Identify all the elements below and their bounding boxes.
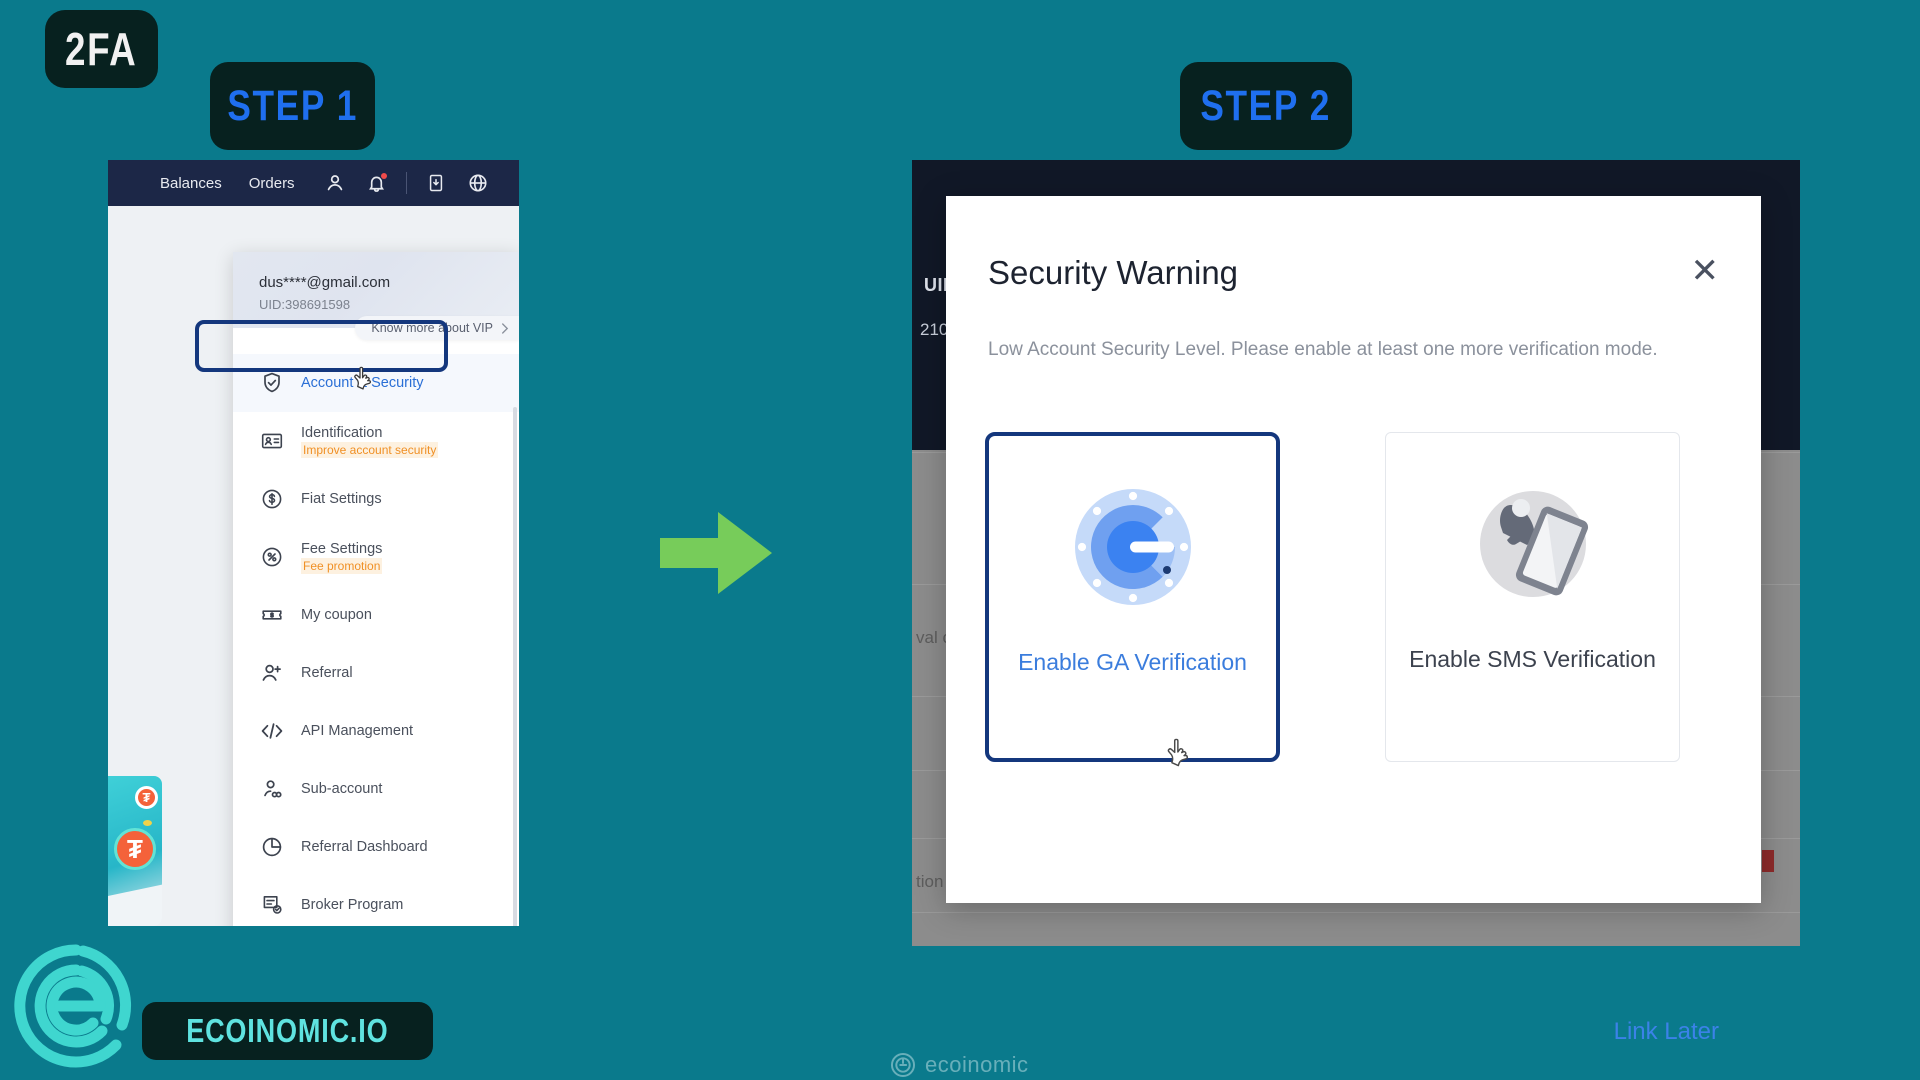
promo-coin-small-icon: ₮ xyxy=(135,786,158,809)
shield-check-icon xyxy=(259,370,285,396)
step-1-page-body: ₮ ₮ dus****@gmail.com UID:398691598 Know… xyxy=(108,206,519,926)
vip-label: Know more about VIP xyxy=(371,321,493,335)
link-later-button[interactable]: Link Later xyxy=(1614,1018,1719,1046)
menu-item-label: Identification xyxy=(301,424,383,441)
arrow-right-icon xyxy=(660,512,772,599)
menu-item-badge: Fee promotion xyxy=(301,557,383,575)
topbar-divider xyxy=(405,172,407,194)
sms-phone-bell-icon xyxy=(1472,483,1594,610)
background-status-marker xyxy=(1762,850,1774,872)
background-text-fragment: tion xyxy=(916,872,944,891)
step-2-label: STEP 2 xyxy=(1200,81,1332,130)
menu-item-label: My coupon xyxy=(301,606,372,623)
nav-link-orders[interactable]: Orders xyxy=(249,175,295,192)
site-topbar: Balances Orders xyxy=(108,160,519,206)
menu-item-fee-settings[interactable]: Fee Settings Fee promotion xyxy=(233,528,519,586)
enable-ga-verification-card[interactable]: Enable GA Verification xyxy=(985,432,1280,762)
document-check-icon xyxy=(259,892,285,918)
brand-label: ECOINOMIC.IO xyxy=(186,1012,389,1049)
menu-item-identification[interactable]: Identification Improve account security xyxy=(233,412,519,470)
step-1-badge: STEP 1 xyxy=(210,62,375,150)
security-warning-modal: Security Warning ✕ Low Account Security … xyxy=(946,196,1761,1045)
background-row-line xyxy=(912,912,1800,913)
menu-item-my-coupon[interactable]: My coupon xyxy=(233,586,519,644)
menu-item-fiat-settings[interactable]: Fiat Settings xyxy=(233,470,519,528)
promo-paper-shape xyxy=(108,883,162,926)
menu-item-referral-dashboard[interactable]: Referral Dashboard xyxy=(233,818,519,876)
chevron-right-icon xyxy=(502,322,509,334)
menu-item-broker-program[interactable]: Broker Program xyxy=(233,876,519,926)
mouse-cursor-hand-icon xyxy=(352,364,380,403)
account-uid: UID:398691598 xyxy=(259,297,351,312)
step-1-label: STEP 1 xyxy=(227,81,358,130)
enable-sms-verification-label: Enable SMS Verification xyxy=(1409,646,1656,672)
id-card-icon xyxy=(259,428,285,454)
menu-item-label: API Management xyxy=(301,722,414,739)
ecoinomic-brand-badge: ECOINOMIC.IO xyxy=(142,1002,433,1060)
globe-icon[interactable] xyxy=(465,170,491,196)
dropdown-menu-list: Account & Security Identification Improv… xyxy=(233,328,519,926)
mouse-cursor-hand-icon xyxy=(1165,735,1199,782)
dropdown-scrollbar[interactable] xyxy=(513,407,517,926)
menu-item-label: Referral Dashboard xyxy=(301,838,428,855)
promo-widget[interactable]: ₮ ₮ xyxy=(108,776,162,926)
download-app-icon[interactable] xyxy=(423,170,449,196)
modal-subtitle: Low Account Security Level. Please enabl… xyxy=(988,339,1658,360)
menu-item-label: Fiat Settings xyxy=(301,490,382,507)
menu-item-badge: Improve account security xyxy=(301,441,439,459)
percent-circle-icon xyxy=(259,544,285,570)
google-authenticator-icon xyxy=(1072,486,1194,613)
dropdown-account-header: dus****@gmail.com UID:398691598 Know mor… xyxy=(233,252,519,340)
feature-badge-2fa: 2FA xyxy=(45,10,158,88)
feature-badge-label: 2FA xyxy=(65,23,138,75)
code-icon xyxy=(259,718,285,744)
menu-item-label: Referral xyxy=(301,664,353,681)
dollar-circle-icon xyxy=(259,486,285,512)
menu-item-api-management[interactable]: API Management xyxy=(233,702,519,760)
notification-dot xyxy=(380,173,387,179)
sub-account-icon xyxy=(259,776,285,802)
modal-title: Security Warning xyxy=(988,254,1239,291)
promo-accent-dot xyxy=(143,820,152,826)
enable-sms-verification-card[interactable]: Enable SMS Verification xyxy=(1385,432,1680,762)
promo-coin-large-icon: ₮ xyxy=(114,828,156,870)
menu-item-label: Sub-account xyxy=(301,780,383,797)
ecoinomic-mark-icon xyxy=(890,1052,916,1078)
step-1-screenshot: Balances Orders ₮ ₮ dus****@gmail.com UI… xyxy=(108,160,519,926)
background-uid-value: 210 xyxy=(920,320,949,339)
menu-item-sub-account[interactable]: Sub-account xyxy=(233,760,519,818)
ecoinomic-watermark: ecoinomic xyxy=(890,1052,1029,1078)
step-2-badge: STEP 2 xyxy=(1180,62,1352,150)
watermark-label: ecoinomic xyxy=(925,1052,1029,1077)
user-plus-icon xyxy=(259,660,285,686)
account-email: dus****@gmail.com xyxy=(259,274,391,291)
menu-item-label: Broker Program xyxy=(301,896,404,913)
account-dropdown-menu: dus****@gmail.com UID:398691598 Know mor… xyxy=(233,252,519,926)
menu-item-label: Fee Settings xyxy=(301,540,383,557)
pie-chart-icon xyxy=(259,834,285,860)
know-more-about-vip-button[interactable]: Know more about VIP xyxy=(355,316,519,340)
background-bottom-strip xyxy=(912,920,1800,946)
coupon-icon xyxy=(259,602,285,628)
enable-ga-verification-label: Enable GA Verification xyxy=(1018,649,1247,675)
ecoinomic-logo-icon xyxy=(10,940,142,1077)
menu-item-referral[interactable]: Referral xyxy=(233,644,519,702)
nav-link-balances[interactable]: Balances xyxy=(160,175,222,192)
user-icon[interactable] xyxy=(322,170,348,196)
bell-icon[interactable] xyxy=(364,170,390,196)
close-icon[interactable]: ✕ xyxy=(1691,254,1720,288)
